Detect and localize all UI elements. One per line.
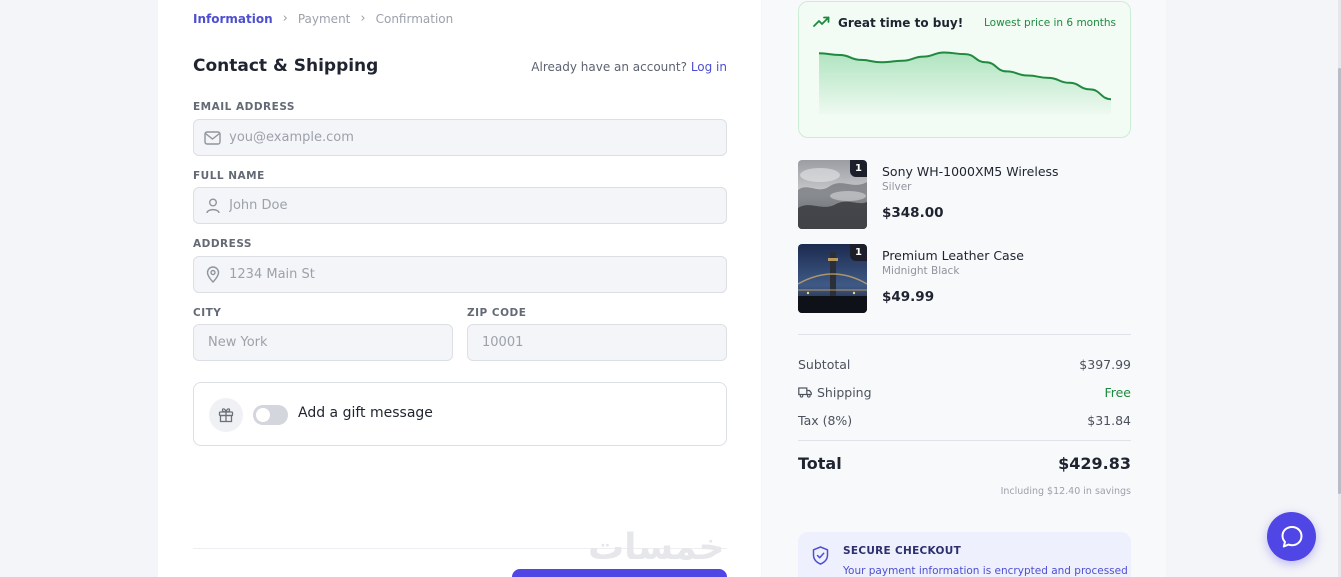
price-insight-note: Lowest price in 6 months	[983, 17, 1116, 29]
checkout-form-panel: Information › Payment › Confirmation Con…	[158, 0, 761, 577]
email-field-wrapper[interactable]	[193, 119, 727, 156]
login-link[interactable]: Log in	[691, 60, 727, 74]
price-insight-header: Great time to buy!	[813, 16, 963, 30]
shield-check-icon	[812, 546, 829, 569]
total-row: Total $429.83	[798, 454, 1131, 473]
product-name: Premium Leather Case	[882, 248, 1024, 263]
product-price: $49.99	[882, 289, 935, 305]
user-icon	[204, 197, 221, 215]
account-prompt: Already have an account? Log in	[531, 60, 727, 74]
shipping-row: Shipping Free	[798, 385, 1131, 400]
zip-field[interactable]	[482, 335, 726, 350]
cart-item[interactable]: 1 Sony WH-1000XM5 Wireless Silver $348.0…	[798, 160, 1132, 230]
price-insight-card: Great time to buy! Lowest price in 6 mon…	[798, 1, 1131, 138]
address-field-wrapper[interactable]	[193, 256, 727, 293]
shipping-value: Free	[1104, 385, 1131, 400]
total-label: Total	[798, 454, 842, 473]
continue-button[interactable]	[512, 569, 727, 577]
address-field[interactable]	[229, 267, 726, 282]
subtotal-label: Subtotal	[798, 357, 851, 372]
product-variant: Silver	[882, 181, 912, 193]
product-image: 1	[798, 244, 867, 313]
gift-icon	[209, 398, 243, 432]
order-summary-panel: Great time to buy! Lowest price in 6 mon…	[762, 0, 1166, 577]
tax-row: Tax (8%) $31.84	[798, 413, 1131, 428]
secure-checkout-banner: SECURE CHECKOUT Your payment information…	[798, 532, 1131, 577]
chat-button[interactable]	[1267, 512, 1316, 561]
email-field[interactable]	[229, 130, 726, 145]
tax-value: $31.84	[1087, 413, 1131, 428]
product-image: 1	[798, 160, 867, 229]
toggle-knob	[256, 408, 270, 422]
shipping-label-group: Shipping	[798, 385, 872, 400]
subtotal-row: Subtotal $397.99	[798, 357, 1131, 372]
watermark: خمسات	[588, 527, 725, 568]
mail-icon	[204, 129, 221, 147]
full-name-field-wrapper[interactable]	[193, 187, 727, 224]
city-field-wrapper[interactable]	[193, 324, 453, 361]
map-pin-icon	[204, 266, 221, 284]
savings-note: Including $12.40 in savings	[1000, 486, 1131, 497]
breadcrumb: Information › Payment › Confirmation	[193, 11, 453, 26]
quantity-badge: 1	[850, 160, 867, 177]
summary-divider	[798, 334, 1131, 335]
subtotal-value: $397.99	[1079, 357, 1131, 372]
gift-message-toggle[interactable]	[253, 405, 288, 425]
breadcrumb-separator: ›	[360, 11, 366, 26]
product-name: Sony WH-1000XM5 Wireless	[882, 164, 1059, 179]
full-name-label: FULL NAME	[193, 170, 265, 182]
secure-checkout-text: Your payment information is encrypted an…	[843, 565, 1128, 577]
tax-label: Tax (8%)	[798, 413, 853, 428]
total-value: $429.83	[1058, 454, 1131, 473]
gift-message-label: Add a gift message	[298, 405, 433, 421]
zip-label: ZIP CODE	[467, 307, 527, 319]
city-label: CITY	[193, 307, 222, 319]
address-label: ADDRESS	[193, 238, 252, 250]
quantity-badge: 1	[850, 244, 867, 261]
zip-field-wrapper[interactable]	[467, 324, 727, 361]
product-price: $348.00	[882, 205, 944, 221]
secure-checkout-title: SECURE CHECKOUT	[843, 545, 962, 557]
cart-item[interactable]: 1 Premium Leather Case Midnight Black $4…	[798, 244, 1132, 314]
breadcrumb-information[interactable]: Information	[193, 12, 273, 26]
full-name-field[interactable]	[229, 198, 726, 213]
page-title: Contact & Shipping	[193, 56, 379, 76]
email-label: EMAIL ADDRESS	[193, 101, 295, 113]
total-divider	[798, 440, 1131, 441]
city-field[interactable]	[208, 335, 452, 350]
price-insight-headline: Great time to buy!	[838, 16, 964, 30]
shipping-label: Shipping	[817, 385, 872, 400]
chat-bubble-icon	[1279, 524, 1305, 550]
product-variant: Midnight Black	[882, 265, 960, 277]
breadcrumb-separator: ›	[282, 11, 288, 26]
gift-message-card: Add a gift message	[193, 382, 727, 446]
trending-icon	[813, 16, 830, 30]
breadcrumb-confirmation[interactable]: Confirmation	[376, 12, 454, 26]
truck-icon	[798, 387, 812, 398]
breadcrumb-payment[interactable]: Payment	[298, 12, 351, 26]
account-prompt-text: Already have an account?	[531, 60, 687, 74]
